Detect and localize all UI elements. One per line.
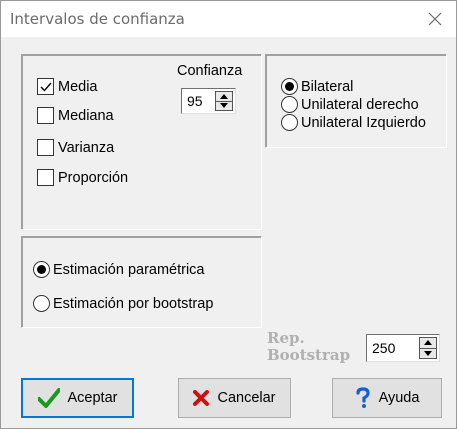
checkbox-varianza-box[interactable] — [37, 139, 54, 156]
radio-bootstrap-button[interactable] — [33, 295, 50, 312]
radio-bootstrap[interactable]: Estimación por bootstrap — [33, 295, 213, 312]
bootstrap-reps-spinner[interactable]: 250 — [366, 334, 440, 362]
confidence-label: Confianza — [177, 63, 243, 79]
radio-unilateral-izquierdo-label: Unilateral Izquierdo — [301, 114, 426, 131]
radio-parametrica-button[interactable] — [33, 261, 50, 278]
checkmark-icon — [37, 388, 60, 408]
bootstrap-reps-spinner-arrows[interactable] — [419, 337, 437, 359]
checkbox-proporcion-label: Proporción — [58, 169, 129, 186]
confidence-spinner-arrows[interactable] — [215, 91, 233, 111]
bootstrap-reps-label: Rep. Bootstrap — [267, 330, 363, 364]
checkbox-varianza[interactable]: Varianza — [37, 139, 114, 156]
dialog-window: Intervalos de confianza Media Mediana Va… — [0, 0, 457, 429]
help-button-label: Ayuda — [378, 390, 420, 406]
estimation-panel — [21, 236, 262, 328]
help-button[interactable]: Ayuda — [332, 378, 442, 418]
spin-up-icon[interactable] — [216, 92, 232, 101]
spin-up-icon[interactable] — [420, 338, 436, 348]
radio-bilateral[interactable]: Bilateral — [281, 78, 353, 95]
checkbox-mediana[interactable]: Mediana — [37, 107, 114, 124]
title-bar: Intervalos de confianza — [1, 1, 456, 37]
bootstrap-reps-label-line2: Bootstrap — [267, 346, 351, 364]
radio-unilateral-derecho-label: Unilateral derecho — [301, 96, 419, 113]
checkbox-varianza-label: Varianza — [58, 139, 115, 156]
checkbox-media[interactable]: Media — [37, 78, 98, 95]
radio-parametrica-label: Estimación paramétrica — [53, 261, 205, 278]
close-icon — [428, 12, 442, 26]
window-title: Intervalos de confianza — [10, 10, 185, 28]
radio-unilateral-izquierdo-button[interactable] — [281, 114, 298, 131]
checkbox-mediana-label: Mediana — [58, 107, 114, 124]
radio-unilateral-derecho[interactable]: Unilateral derecho — [281, 96, 419, 113]
accept-button-label: Aceptar — [67, 390, 118, 406]
radio-unilateral-izquierdo[interactable]: Unilateral Izquierdo — [281, 114, 426, 131]
question-mark-icon — [355, 387, 371, 409]
checkbox-media-label: Media — [58, 78, 98, 95]
cancel-button[interactable]: Cancelar — [178, 378, 291, 418]
spin-down-icon[interactable] — [420, 347, 436, 359]
close-button[interactable] — [414, 1, 456, 37]
bootstrap-reps-value[interactable]: 250 — [367, 335, 419, 361]
radio-bilateral-button[interactable] — [281, 78, 298, 95]
confidence-spinner[interactable]: 95 — [181, 88, 236, 114]
check-icon — [40, 82, 52, 92]
radio-unilateral-derecho-button[interactable] — [281, 96, 298, 113]
checkbox-media-box[interactable] — [37, 78, 54, 95]
spin-down-icon[interactable] — [216, 100, 232, 111]
checkbox-proporcion[interactable]: Proporción — [37, 169, 128, 186]
radio-parametrica[interactable]: Estimación paramétrica — [33, 261, 205, 278]
accept-button[interactable]: Aceptar — [21, 378, 134, 418]
confidence-value[interactable]: 95 — [182, 89, 215, 113]
radio-bilateral-label: Bilateral — [301, 78, 354, 95]
red-x-icon — [193, 390, 210, 406]
radio-bootstrap-label: Estimación por bootstrap — [53, 295, 214, 312]
bootstrap-reps-label-line1: Rep. — [267, 329, 305, 347]
cancel-button-label: Cancelar — [217, 390, 276, 406]
checkbox-mediana-box[interactable] — [37, 107, 54, 124]
checkbox-proporcion-box[interactable] — [37, 169, 54, 186]
